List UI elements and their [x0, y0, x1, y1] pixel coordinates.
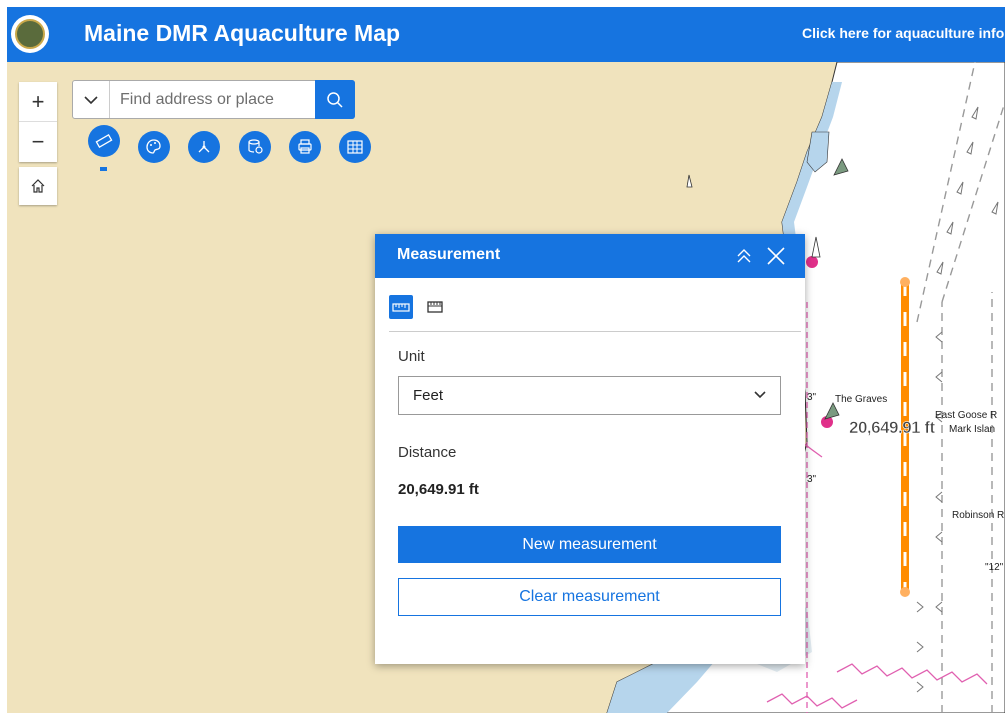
app-root: The Graves East Goose R Mark Islan Robin… — [7, 7, 1005, 713]
add-data-tool-button[interactable] — [239, 131, 271, 163]
home-icon — [31, 179, 45, 193]
map-label-depth-12: "12" — [985, 562, 1004, 573]
new-measurement-button[interactable]: New measurement — [398, 526, 781, 563]
coordinate-icon — [198, 141, 210, 153]
measurement-panel: Measurement Unit Feet Distance 20,649.91… — [375, 234, 805, 664]
unit-label: Unit — [398, 348, 425, 365]
area-measure-icon — [427, 301, 443, 313]
zoom-in-button[interactable]: + — [19, 82, 57, 122]
map-label-mark-island: Mark Islan — [949, 424, 996, 435]
unit-select[interactable]: Feet — [398, 376, 781, 415]
coordinate-tool-button[interactable] — [188, 131, 220, 163]
palette-icon — [146, 139, 161, 154]
measure-tool-button[interactable] — [88, 125, 120, 157]
zoom-out-button[interactable]: − — [19, 122, 57, 161]
print-tool-button[interactable] — [289, 131, 321, 163]
map-label-east-goose: East Goose R — [935, 410, 998, 421]
map-label-robinson: Robinson R — [952, 510, 1005, 521]
table-tool-button[interactable] — [339, 131, 371, 163]
collapse-icon[interactable] — [733, 245, 755, 267]
area-mode-button[interactable] — [423, 295, 447, 319]
app-header: Maine DMR Aquaculture Map Click here for… — [7, 7, 1005, 62]
table-icon — [347, 140, 363, 154]
active-tool-indicator — [100, 167, 107, 171]
layers-database-icon — [248, 139, 263, 154]
close-icon[interactable] — [765, 245, 787, 267]
maine-seal-logo — [11, 15, 49, 53]
chevron-down-icon — [84, 95, 98, 104]
search-button[interactable] — [315, 80, 355, 119]
map-label-depth-3a: 3" — [807, 392, 817, 403]
clear-measurement-button[interactable]: Clear measurement — [398, 578, 781, 616]
distance-label: Distance — [398, 444, 457, 461]
aquaculture-info-link[interactable]: Click here for aquaculture infor — [802, 25, 1005, 41]
distance-value: 20,649.91 ft — [398, 481, 479, 498]
search-icon — [327, 91, 343, 108]
distance-mode-button[interactable] — [389, 295, 413, 319]
search-input[interactable] — [110, 81, 316, 118]
app-title: Maine DMR Aquaculture Map — [84, 20, 401, 46]
search-widget — [72, 80, 355, 119]
draw-tool-button[interactable] — [138, 131, 170, 163]
search-source-dropdown[interactable] — [73, 81, 110, 118]
map-label-depth-3b: 3" — [807, 474, 817, 485]
chevron-down-icon — [754, 391, 766, 399]
unit-select-value: Feet — [413, 387, 444, 404]
panel-header: Measurement — [375, 234, 805, 278]
panel-divider — [389, 331, 801, 332]
map-measure-label: 20,649.91 ft — [849, 418, 936, 438]
zoom-control: + − — [19, 82, 57, 162]
ruler-icon — [95, 134, 113, 148]
home-button[interactable] — [19, 167, 57, 205]
map-label-the-graves: The Graves — [835, 394, 888, 405]
panel-title: Measurement — [397, 246, 501, 263]
print-icon — [298, 139, 312, 154]
distance-ruler-icon — [392, 303, 410, 312]
